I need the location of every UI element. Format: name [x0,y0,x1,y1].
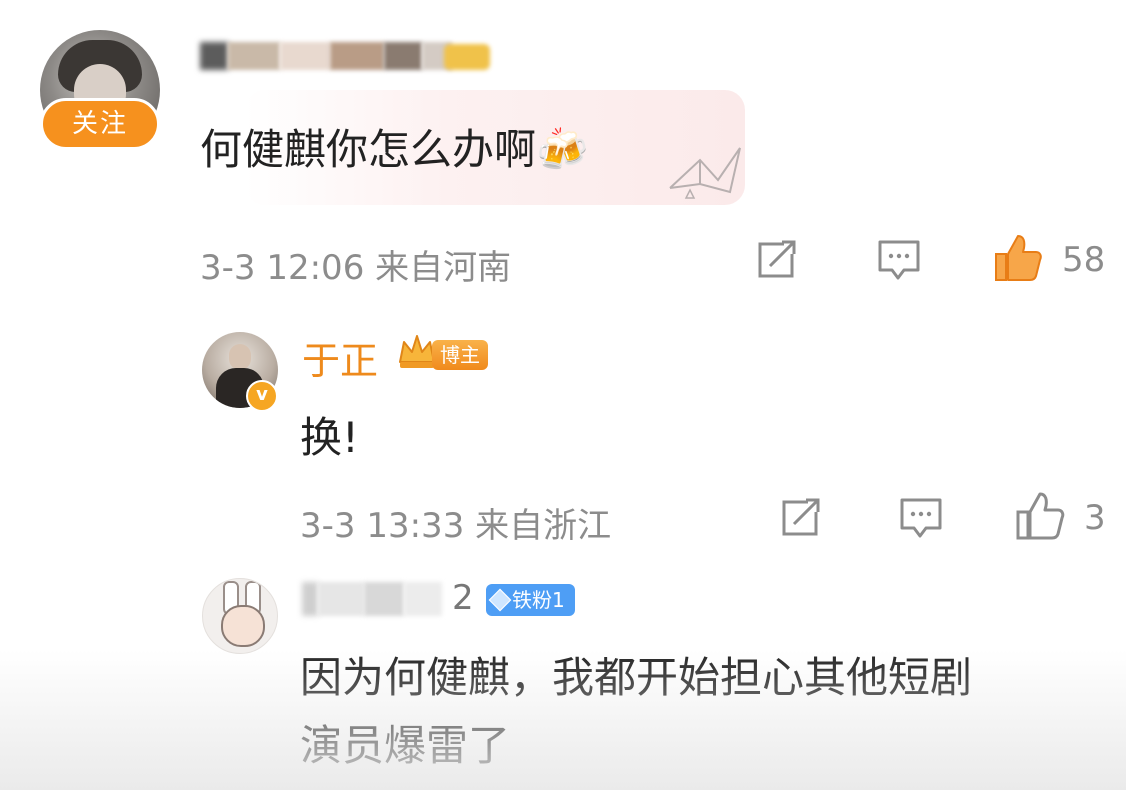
comment-text: 何健麒你怎么办啊🍻 [200,125,589,174]
username-redacted[interactable] [302,582,442,616]
comment-thread: 关注 何健麒你怎么办啊🍻 3-3 12:06 来自河南 58 v 于正 博主 换… [0,0,1126,790]
comment-time: 3-3 12:06 [200,248,365,288]
comment-meta: 3-3 12:06 来自河南 [200,240,511,289]
comment-location: 来自河南 [375,248,512,288]
reply-username-tail[interactable]: 2 [452,578,474,618]
fan-badge-label: 铁粉1 [512,588,565,612]
comment-icon[interactable] [876,238,922,282]
reply-username[interactable]: 于正 [302,330,378,385]
follow-button[interactable]: 关注 [40,98,160,150]
username-redacted[interactable] [200,42,452,70]
repost-icon[interactable] [754,238,800,282]
verified-icon: v [246,380,278,412]
reply-text: 换! [300,413,359,462]
reply-avatar[interactable] [202,578,278,654]
paper-crane-icon [669,147,741,199]
comment-icon[interactable] [898,496,944,540]
user-badge [444,44,490,70]
like-count: 58 [1062,240,1106,280]
repost-icon[interactable] [778,496,824,540]
reply-time: 3-3 13:33 [300,506,465,546]
reply-location: 来自浙江 [475,506,612,546]
reply-meta: 3-3 13:33 来自浙江 [300,498,611,547]
like-icon[interactable] [992,232,1044,284]
blogger-badge: 博主 [432,340,488,370]
reply-text-line-2: 演员爆雷了 [300,721,511,770]
like-icon[interactable] [1014,490,1066,542]
fan-badge: 铁粉1 [486,584,575,616]
reply-text-line-1: 因为何健麒，我都开始担心其他短剧 [300,653,973,702]
like-count: 3 [1084,498,1106,538]
diamond-icon [488,588,512,612]
